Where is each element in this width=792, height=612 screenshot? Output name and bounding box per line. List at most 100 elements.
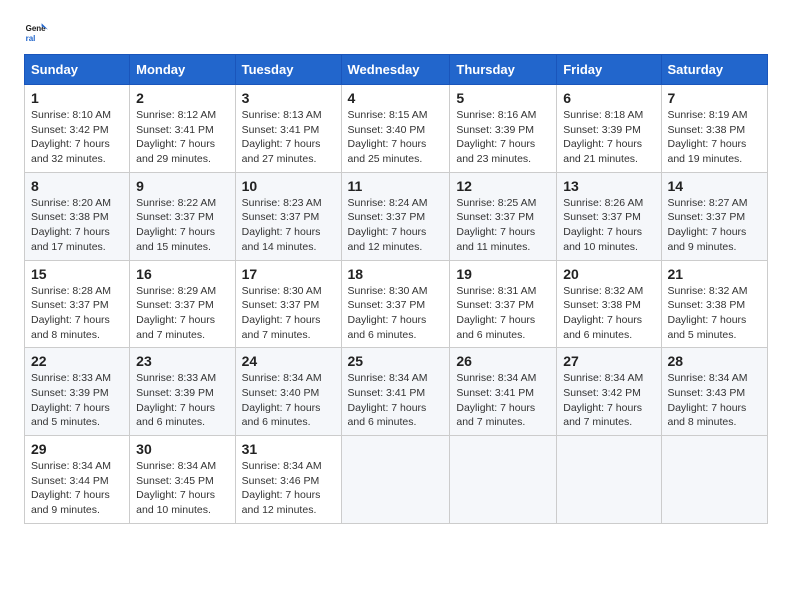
week-row-2: 8 Sunrise: 8:20 AMSunset: 3:38 PMDayligh…: [25, 172, 768, 260]
cell-sunrise: Sunrise: 8:24 AMSunset: 3:37 PMDaylight:…: [348, 197, 428, 253]
cell-sunrise: Sunrise: 8:32 AMSunset: 3:38 PMDaylight:…: [563, 285, 643, 341]
day-number: 13: [563, 178, 654, 194]
calendar-cell: 14 Sunrise: 8:27 AMSunset: 3:37 PMDaylig…: [661, 172, 768, 260]
day-number: 7: [668, 90, 762, 106]
calendar-cell: 11 Sunrise: 8:24 AMSunset: 3:37 PMDaylig…: [341, 172, 450, 260]
day-number: 29: [31, 441, 123, 457]
header-cell-friday: Friday: [557, 55, 661, 85]
calendar-cell: 29 Sunrise: 8:34 AMSunset: 3:44 PMDaylig…: [25, 436, 130, 524]
calendar-header: SundayMondayTuesdayWednesdayThursdayFrid…: [25, 55, 768, 85]
cell-sunrise: Sunrise: 8:18 AMSunset: 3:39 PMDaylight:…: [563, 109, 643, 165]
day-number: 9: [136, 178, 228, 194]
day-number: 2: [136, 90, 228, 106]
calendar-cell: 12 Sunrise: 8:25 AMSunset: 3:37 PMDaylig…: [450, 172, 557, 260]
day-number: 3: [242, 90, 335, 106]
day-number: 19: [456, 266, 550, 282]
calendar-cell: 10 Sunrise: 8:23 AMSunset: 3:37 PMDaylig…: [235, 172, 341, 260]
cell-sunrise: Sunrise: 8:22 AMSunset: 3:37 PMDaylight:…: [136, 197, 216, 253]
day-number: 21: [668, 266, 762, 282]
cell-sunrise: Sunrise: 8:34 AMSunset: 3:41 PMDaylight:…: [348, 372, 428, 428]
calendar-body: 1 Sunrise: 8:10 AMSunset: 3:42 PMDayligh…: [25, 85, 768, 524]
cell-sunrise: Sunrise: 8:32 AMSunset: 3:38 PMDaylight:…: [668, 285, 748, 341]
header-cell-tuesday: Tuesday: [235, 55, 341, 85]
day-number: 27: [563, 353, 654, 369]
header-cell-thursday: Thursday: [450, 55, 557, 85]
calendar-cell: 28 Sunrise: 8:34 AMSunset: 3:43 PMDaylig…: [661, 348, 768, 436]
day-number: 14: [668, 178, 762, 194]
calendar-cell: 21 Sunrise: 8:32 AMSunset: 3:38 PMDaylig…: [661, 260, 768, 348]
cell-sunrise: Sunrise: 8:34 AMSunset: 3:40 PMDaylight:…: [242, 372, 322, 428]
calendar-cell: 20 Sunrise: 8:32 AMSunset: 3:38 PMDaylig…: [557, 260, 661, 348]
calendar-table: SundayMondayTuesdayWednesdayThursdayFrid…: [24, 54, 768, 524]
calendar-cell: 25 Sunrise: 8:34 AMSunset: 3:41 PMDaylig…: [341, 348, 450, 436]
cell-sunrise: Sunrise: 8:30 AMSunset: 3:37 PMDaylight:…: [348, 285, 428, 341]
day-number: 20: [563, 266, 654, 282]
calendar-cell: 7 Sunrise: 8:19 AMSunset: 3:38 PMDayligh…: [661, 85, 768, 173]
cell-sunrise: Sunrise: 8:27 AMSunset: 3:37 PMDaylight:…: [668, 197, 748, 253]
cell-sunrise: Sunrise: 8:34 AMSunset: 3:45 PMDaylight:…: [136, 460, 216, 516]
cell-sunrise: Sunrise: 8:29 AMSunset: 3:37 PMDaylight:…: [136, 285, 216, 341]
cell-sunrise: Sunrise: 8:15 AMSunset: 3:40 PMDaylight:…: [348, 109, 428, 165]
calendar-cell: 3 Sunrise: 8:13 AMSunset: 3:41 PMDayligh…: [235, 85, 341, 173]
calendar-cell: 26 Sunrise: 8:34 AMSunset: 3:41 PMDaylig…: [450, 348, 557, 436]
cell-sunrise: Sunrise: 8:33 AMSunset: 3:39 PMDaylight:…: [31, 372, 111, 428]
calendar-cell: 22 Sunrise: 8:33 AMSunset: 3:39 PMDaylig…: [25, 348, 130, 436]
cell-sunrise: Sunrise: 8:34 AMSunset: 3:43 PMDaylight:…: [668, 372, 748, 428]
cell-sunrise: Sunrise: 8:34 AMSunset: 3:41 PMDaylight:…: [456, 372, 536, 428]
week-row-5: 29 Sunrise: 8:34 AMSunset: 3:44 PMDaylig…: [25, 436, 768, 524]
day-number: 6: [563, 90, 654, 106]
cell-sunrise: Sunrise: 8:19 AMSunset: 3:38 PMDaylight:…: [668, 109, 748, 165]
day-number: 24: [242, 353, 335, 369]
week-row-3: 15 Sunrise: 8:28 AMSunset: 3:37 PMDaylig…: [25, 260, 768, 348]
cell-sunrise: Sunrise: 8:10 AMSunset: 3:42 PMDaylight:…: [31, 109, 111, 165]
calendar-cell: 2 Sunrise: 8:12 AMSunset: 3:41 PMDayligh…: [130, 85, 235, 173]
day-number: 12: [456, 178, 550, 194]
calendar-cell: [661, 436, 768, 524]
day-number: 11: [348, 178, 444, 194]
calendar-cell: 23 Sunrise: 8:33 AMSunset: 3:39 PMDaylig…: [130, 348, 235, 436]
calendar-cell: 13 Sunrise: 8:26 AMSunset: 3:37 PMDaylig…: [557, 172, 661, 260]
page-header: Gene ral: [24, 20, 768, 44]
logo-icon: Gene ral: [24, 20, 48, 44]
logo: Gene ral: [24, 20, 52, 44]
calendar-cell: 9 Sunrise: 8:22 AMSunset: 3:37 PMDayligh…: [130, 172, 235, 260]
calendar-cell: [557, 436, 661, 524]
calendar-cell: 15 Sunrise: 8:28 AMSunset: 3:37 PMDaylig…: [25, 260, 130, 348]
cell-sunrise: Sunrise: 8:28 AMSunset: 3:37 PMDaylight:…: [31, 285, 111, 341]
cell-sunrise: Sunrise: 8:12 AMSunset: 3:41 PMDaylight:…: [136, 109, 216, 165]
cell-sunrise: Sunrise: 8:23 AMSunset: 3:37 PMDaylight:…: [242, 197, 322, 253]
day-number: 1: [31, 90, 123, 106]
day-number: 23: [136, 353, 228, 369]
calendar-cell: 31 Sunrise: 8:34 AMSunset: 3:46 PMDaylig…: [235, 436, 341, 524]
day-number: 5: [456, 90, 550, 106]
cell-sunrise: Sunrise: 8:34 AMSunset: 3:44 PMDaylight:…: [31, 460, 111, 516]
svg-text:ral: ral: [26, 34, 36, 43]
cell-sunrise: Sunrise: 8:16 AMSunset: 3:39 PMDaylight:…: [456, 109, 536, 165]
calendar-cell: 27 Sunrise: 8:34 AMSunset: 3:42 PMDaylig…: [557, 348, 661, 436]
day-number: 31: [242, 441, 335, 457]
calendar-cell: 19 Sunrise: 8:31 AMSunset: 3:37 PMDaylig…: [450, 260, 557, 348]
calendar-cell: 30 Sunrise: 8:34 AMSunset: 3:45 PMDaylig…: [130, 436, 235, 524]
day-number: 26: [456, 353, 550, 369]
cell-sunrise: Sunrise: 8:33 AMSunset: 3:39 PMDaylight:…: [136, 372, 216, 428]
header-cell-saturday: Saturday: [661, 55, 768, 85]
day-number: 10: [242, 178, 335, 194]
header-row: SundayMondayTuesdayWednesdayThursdayFrid…: [25, 55, 768, 85]
week-row-4: 22 Sunrise: 8:33 AMSunset: 3:39 PMDaylig…: [25, 348, 768, 436]
day-number: 18: [348, 266, 444, 282]
cell-sunrise: Sunrise: 8:13 AMSunset: 3:41 PMDaylight:…: [242, 109, 322, 165]
calendar-cell: [450, 436, 557, 524]
day-number: 17: [242, 266, 335, 282]
cell-sunrise: Sunrise: 8:25 AMSunset: 3:37 PMDaylight:…: [456, 197, 536, 253]
day-number: 22: [31, 353, 123, 369]
header-cell-wednesday: Wednesday: [341, 55, 450, 85]
day-number: 30: [136, 441, 228, 457]
day-number: 4: [348, 90, 444, 106]
day-number: 28: [668, 353, 762, 369]
calendar-cell: 4 Sunrise: 8:15 AMSunset: 3:40 PMDayligh…: [341, 85, 450, 173]
calendar-cell: 1 Sunrise: 8:10 AMSunset: 3:42 PMDayligh…: [25, 85, 130, 173]
header-cell-sunday: Sunday: [25, 55, 130, 85]
cell-sunrise: Sunrise: 8:34 AMSunset: 3:46 PMDaylight:…: [242, 460, 322, 516]
calendar-cell: 18 Sunrise: 8:30 AMSunset: 3:37 PMDaylig…: [341, 260, 450, 348]
cell-sunrise: Sunrise: 8:26 AMSunset: 3:37 PMDaylight:…: [563, 197, 643, 253]
